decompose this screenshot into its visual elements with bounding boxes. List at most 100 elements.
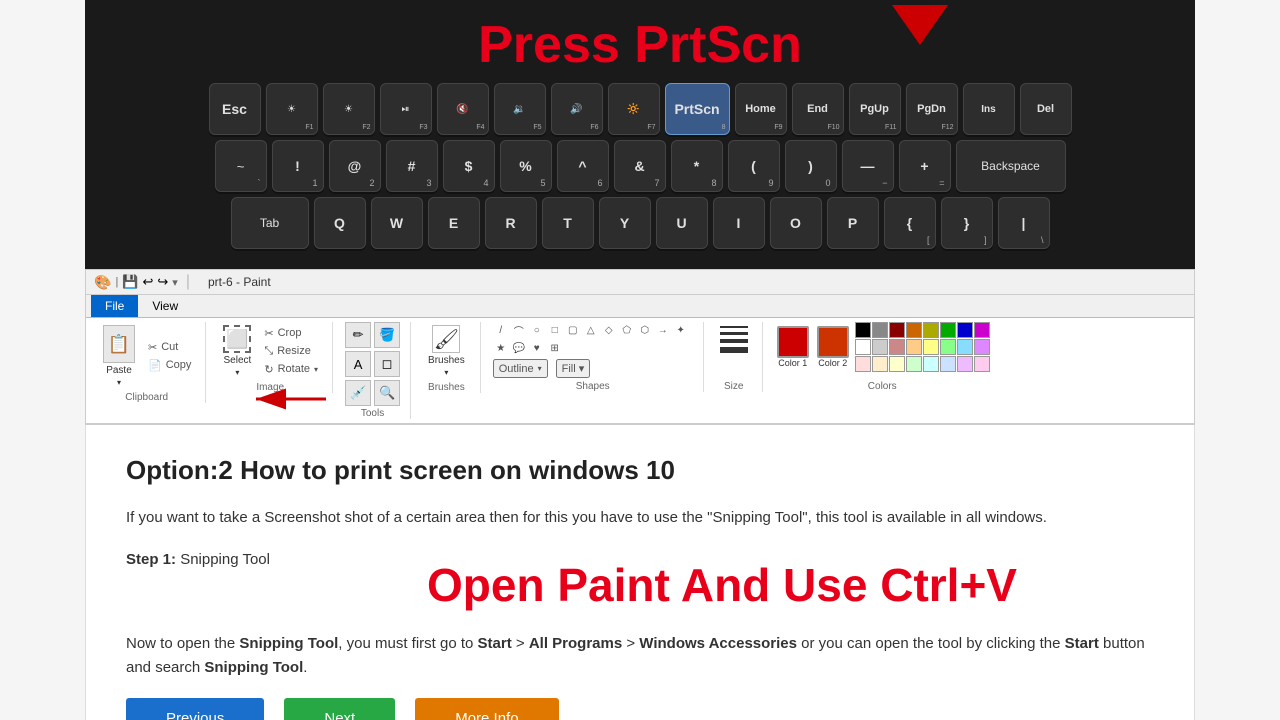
brushes-button[interactable]: 🖌 Brushes ▾ xyxy=(423,322,470,380)
key-esc[interactable]: Esc xyxy=(209,83,261,135)
shape-line[interactable]: / xyxy=(493,322,509,338)
paste-button[interactable]: 📋 Paste ▾ xyxy=(98,322,140,390)
key-0[interactable]: )0 xyxy=(785,140,837,192)
key-ins[interactable]: Ins xyxy=(963,83,1015,135)
key-7[interactable]: &7 xyxy=(614,140,666,192)
copy-button[interactable]: 📄 Copy xyxy=(144,358,195,373)
key-home[interactable]: HomeF9 xyxy=(735,83,787,135)
key-tilde[interactable]: ~` xyxy=(215,140,267,192)
key-2[interactable]: @2 xyxy=(329,140,381,192)
shape-pentagon[interactable]: ⬠ xyxy=(619,322,635,338)
zoom-tool[interactable]: 🔍 xyxy=(374,380,400,406)
swatch-ltgreen[interactable] xyxy=(940,339,956,355)
swatch-ltpink[interactable] xyxy=(855,356,871,372)
swatch-ltrose[interactable] xyxy=(974,356,990,372)
swatch-cream[interactable] xyxy=(872,356,888,372)
color-picker-tool[interactable]: 💉 xyxy=(345,380,371,406)
fill-tool[interactable]: 🪣 xyxy=(374,322,400,348)
swatch-white[interactable] xyxy=(855,339,871,355)
shape-oval[interactable]: ○ xyxy=(529,322,545,338)
tab-file[interactable]: File xyxy=(91,295,138,317)
swatch-lavender[interactable] xyxy=(974,339,990,355)
swatch-gray[interactable] xyxy=(872,322,888,338)
shape-roundrect[interactable]: ▢ xyxy=(565,322,581,338)
color1-button[interactable]: Color 1 xyxy=(775,324,811,370)
key-f3[interactable]: ⏯F3 xyxy=(380,83,432,135)
size-selector[interactable] xyxy=(716,322,752,357)
key-f2[interactable]: ☀F2 xyxy=(323,83,375,135)
key-i[interactable]: I xyxy=(713,197,765,249)
key-1[interactable]: !1 xyxy=(272,140,324,192)
key-backspace[interactable]: Backspace xyxy=(956,140,1066,192)
outline-button[interactable]: Outline▾ xyxy=(493,359,548,378)
key-prtscn[interactable]: PrtScn8 xyxy=(665,83,730,135)
crop-button[interactable]: ✂Crop xyxy=(260,326,322,341)
key-q[interactable]: Q xyxy=(314,197,366,249)
key-f6[interactable]: 🔊F6 xyxy=(551,83,603,135)
swatch-orange[interactable] xyxy=(906,322,922,338)
key-o[interactable]: O xyxy=(770,197,822,249)
shape-star5[interactable]: ★ xyxy=(493,340,509,356)
shape-hexagon[interactable]: ⬡ xyxy=(637,322,653,338)
more-info-button[interactable]: More Info xyxy=(415,698,558,720)
key-4[interactable]: $4 xyxy=(443,140,495,192)
eraser-tool[interactable]: ◻ xyxy=(374,351,400,377)
shape-rect[interactable]: □ xyxy=(547,322,563,338)
swatch-black[interactable] xyxy=(855,322,871,338)
resize-button[interactable]: ⤡Resize xyxy=(260,344,322,359)
cut-button[interactable]: ✂ Cut xyxy=(144,340,195,355)
pencil-tool[interactable]: ✏ xyxy=(345,322,371,348)
swatch-darkred[interactable] xyxy=(889,322,905,338)
key-pgup[interactable]: PgUpF11 xyxy=(849,83,901,135)
key-6[interactable]: ^6 xyxy=(557,140,609,192)
key-e[interactable]: E xyxy=(428,197,480,249)
shape-arrow[interactable]: → xyxy=(655,322,671,338)
key-end[interactable]: EndF10 xyxy=(792,83,844,135)
swatch-ltpurple[interactable] xyxy=(957,356,973,372)
swatch-yellow[interactable] xyxy=(923,322,939,338)
shape-diamond[interactable]: ◇ xyxy=(601,322,617,338)
key-u[interactable]: U xyxy=(656,197,708,249)
key-rbracket[interactable]: }] xyxy=(941,197,993,249)
key-f4[interactable]: 🔇F4 xyxy=(437,83,489,135)
key-minus[interactable]: —− xyxy=(842,140,894,192)
key-w[interactable]: W xyxy=(371,197,423,249)
save-icon[interactable]: 💾 xyxy=(122,274,138,290)
key-8[interactable]: *8 xyxy=(671,140,723,192)
shape-callout[interactable]: 💬 xyxy=(511,340,527,356)
next-button[interactable]: Next xyxy=(284,698,395,720)
key-backslash[interactable]: |\ xyxy=(998,197,1050,249)
shape-triangle[interactable]: △ xyxy=(583,322,599,338)
key-3[interactable]: #3 xyxy=(386,140,438,192)
swatch-ltcyan[interactable] xyxy=(923,356,939,372)
key-f1[interactable]: ☀F1 xyxy=(266,83,318,135)
shape-expand[interactable]: ⊞ xyxy=(547,340,563,356)
dropdown-icon[interactable]: ▾ xyxy=(172,276,178,289)
undo-icon[interactable]: ↩ xyxy=(142,274,153,290)
swatch-blue[interactable] xyxy=(957,322,973,338)
key-tab[interactable]: Tab xyxy=(231,197,309,249)
key-9[interactable]: (9 xyxy=(728,140,780,192)
swatch-ltblue2[interactable] xyxy=(940,356,956,372)
key-lbracket[interactable]: {[ xyxy=(884,197,936,249)
tab-view[interactable]: View xyxy=(138,295,192,317)
swatch-ltyellow[interactable] xyxy=(923,339,939,355)
key-f7[interactable]: 🔆F7 xyxy=(608,83,660,135)
select-button[interactable]: ⬜ Select ▾ xyxy=(218,322,256,380)
key-y[interactable]: Y xyxy=(599,197,651,249)
swatch-ltyellow2[interactable] xyxy=(889,356,905,372)
swatch-ltblue[interactable] xyxy=(957,339,973,355)
key-p[interactable]: P xyxy=(827,197,879,249)
swatch-ltgreen2[interactable] xyxy=(906,356,922,372)
key-plus[interactable]: += xyxy=(899,140,951,192)
shape-star4[interactable]: ✦ xyxy=(673,322,689,338)
key-t[interactable]: T xyxy=(542,197,594,249)
previous-button[interactable]: Previous xyxy=(126,698,264,720)
shape-heart[interactable]: ♥ xyxy=(529,340,545,356)
color2-button[interactable]: Color 2 xyxy=(815,324,851,370)
swatch-green[interactable] xyxy=(940,322,956,338)
rotate-button[interactable]: ↻Rotate▾ xyxy=(260,362,322,377)
swatch-purple[interactable] xyxy=(974,322,990,338)
fill-button[interactable]: Fill ▾ xyxy=(556,359,591,378)
text-tool[interactable]: A xyxy=(345,351,371,377)
